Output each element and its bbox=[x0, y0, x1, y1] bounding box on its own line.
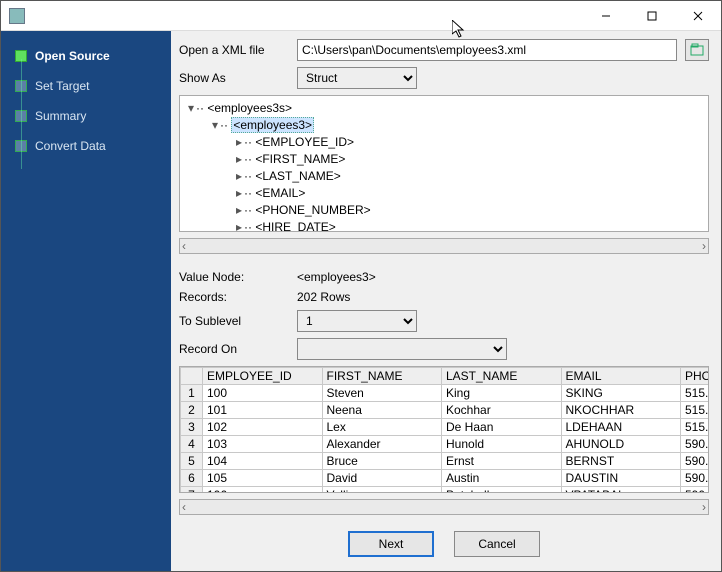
cell: Austin bbox=[442, 469, 562, 486]
next-button[interactable]: Next bbox=[348, 531, 434, 557]
file-path-input[interactable] bbox=[297, 39, 677, 61]
preview-grid[interactable]: EMPLOYEE_IDFIRST_NAMELAST_NAMEEMAILPHONE… bbox=[179, 366, 709, 493]
cell: 515.123.4568 bbox=[681, 401, 710, 418]
value-node-value: <employees3> bbox=[297, 270, 376, 284]
browse-icon bbox=[690, 43, 704, 57]
show-as-select[interactable]: Struct bbox=[297, 67, 417, 89]
minimize-button[interactable] bbox=[583, 1, 629, 31]
tree-selected-node: <employees3> bbox=[231, 117, 314, 133]
cell: Hunold bbox=[442, 435, 562, 452]
cell: 590.423.4568 bbox=[681, 452, 710, 469]
step-label: Open Source bbox=[35, 49, 110, 63]
column-header[interactable]: EMAIL bbox=[561, 367, 681, 384]
step-set-target[interactable]: Set Target bbox=[1, 71, 171, 101]
cell: 515.123.4569 bbox=[681, 418, 710, 435]
table-row[interactable]: 3102LexDe HaanLDEHAAN515.123.4569199 bbox=[181, 418, 710, 435]
row-number: 3 bbox=[181, 418, 203, 435]
row-number: 5 bbox=[181, 452, 203, 469]
cell: Lex bbox=[322, 418, 442, 435]
cell: 100 bbox=[203, 384, 323, 401]
step-label: Set Target bbox=[35, 79, 89, 93]
cell: Bruce bbox=[322, 452, 442, 469]
cancel-button[interactable]: Cancel bbox=[454, 531, 540, 557]
step-label: Summary bbox=[35, 109, 86, 123]
step-open-source[interactable]: Open Source bbox=[1, 41, 171, 71]
grid-scrollbar[interactable]: ‹› bbox=[179, 499, 709, 515]
cell: Valli bbox=[322, 486, 442, 493]
records-label: Records: bbox=[179, 290, 289, 304]
row-number: 2 bbox=[181, 401, 203, 418]
column-header[interactable]: EMPLOYEE_ID bbox=[203, 367, 323, 384]
table-row[interactable]: 1100StevenKingSKING515.123.4567198 bbox=[181, 384, 710, 401]
tree-scrollbar[interactable]: ‹› bbox=[179, 238, 709, 254]
cell: SKING bbox=[561, 384, 681, 401]
cell: 590.423.4567 bbox=[681, 435, 710, 452]
table-row[interactable]: 7106ValliPataballaVPATABAL590.423.456019… bbox=[181, 486, 710, 493]
cell: David bbox=[322, 469, 442, 486]
cell: Neena bbox=[322, 401, 442, 418]
to-sublevel-select[interactable]: 1 bbox=[297, 310, 417, 332]
row-number: 4 bbox=[181, 435, 203, 452]
cell: NKOCHHAR bbox=[561, 401, 681, 418]
cell: BERNST bbox=[561, 452, 681, 469]
cell: 515.123.4567 bbox=[681, 384, 710, 401]
table-row[interactable]: 5104BruceErnstBERNST590.423.4568199 bbox=[181, 452, 710, 469]
cell: VPATABAL bbox=[561, 486, 681, 493]
cell: Ernst bbox=[442, 452, 562, 469]
cell: Alexander bbox=[322, 435, 442, 452]
open-file-label: Open a XML file bbox=[179, 43, 289, 57]
cell: 103 bbox=[203, 435, 323, 452]
record-on-select[interactable] bbox=[297, 338, 507, 360]
xml-tree[interactable]: ▾·· <employees3s> ▾·· <employees3> ▸·· <… bbox=[179, 95, 709, 232]
cell: 101 bbox=[203, 401, 323, 418]
cell: DAUSTIN bbox=[561, 469, 681, 486]
column-header[interactable]: PHONE_NUMBER bbox=[681, 367, 710, 384]
column-header[interactable]: LAST_NAME bbox=[442, 367, 562, 384]
table-row[interactable]: 4103AlexanderHunoldAHUNOLD590.423.456719… bbox=[181, 435, 710, 452]
row-number-header bbox=[181, 367, 203, 384]
close-button[interactable] bbox=[675, 1, 721, 31]
cell: De Haan bbox=[442, 418, 562, 435]
cell: 102 bbox=[203, 418, 323, 435]
step-label: Convert Data bbox=[35, 139, 106, 153]
step-convert-data[interactable]: Convert Data bbox=[1, 131, 171, 161]
browse-button[interactable] bbox=[685, 39, 709, 61]
step-summary[interactable]: Summary bbox=[1, 101, 171, 131]
cell: AHUNOLD bbox=[561, 435, 681, 452]
value-node-label: Value Node: bbox=[179, 270, 289, 284]
cell: Pataballa bbox=[442, 486, 562, 493]
cell: 590.423.4569 bbox=[681, 469, 710, 486]
row-number: 7 bbox=[181, 486, 203, 493]
cell: 106 bbox=[203, 486, 323, 493]
cell: Steven bbox=[322, 384, 442, 401]
cell: 104 bbox=[203, 452, 323, 469]
row-number: 6 bbox=[181, 469, 203, 486]
record-on-label: Record On bbox=[179, 342, 289, 356]
column-header[interactable]: FIRST_NAME bbox=[322, 367, 442, 384]
cell: 590.423.4560 bbox=[681, 486, 710, 493]
row-number: 1 bbox=[181, 384, 203, 401]
cell: 105 bbox=[203, 469, 323, 486]
show-as-label: Show As bbox=[179, 71, 289, 85]
table-row[interactable]: 6105DavidAustinDAUSTIN590.423.4569199 bbox=[181, 469, 710, 486]
cell: King bbox=[442, 384, 562, 401]
cell: Kochhar bbox=[442, 401, 562, 418]
to-sublevel-label: To Sublevel bbox=[179, 314, 289, 328]
cell: LDEHAAN bbox=[561, 418, 681, 435]
maximize-button[interactable] bbox=[629, 1, 675, 31]
app-icon bbox=[9, 8, 25, 24]
titlebar bbox=[1, 1, 721, 31]
table-row[interactable]: 2101NeenaKochharNKOCHHAR515.123.4568198 bbox=[181, 401, 710, 418]
wizard-sidebar: Open Source Set Target Summary Convert D… bbox=[1, 31, 171, 571]
records-value: 202 Rows bbox=[297, 290, 350, 304]
